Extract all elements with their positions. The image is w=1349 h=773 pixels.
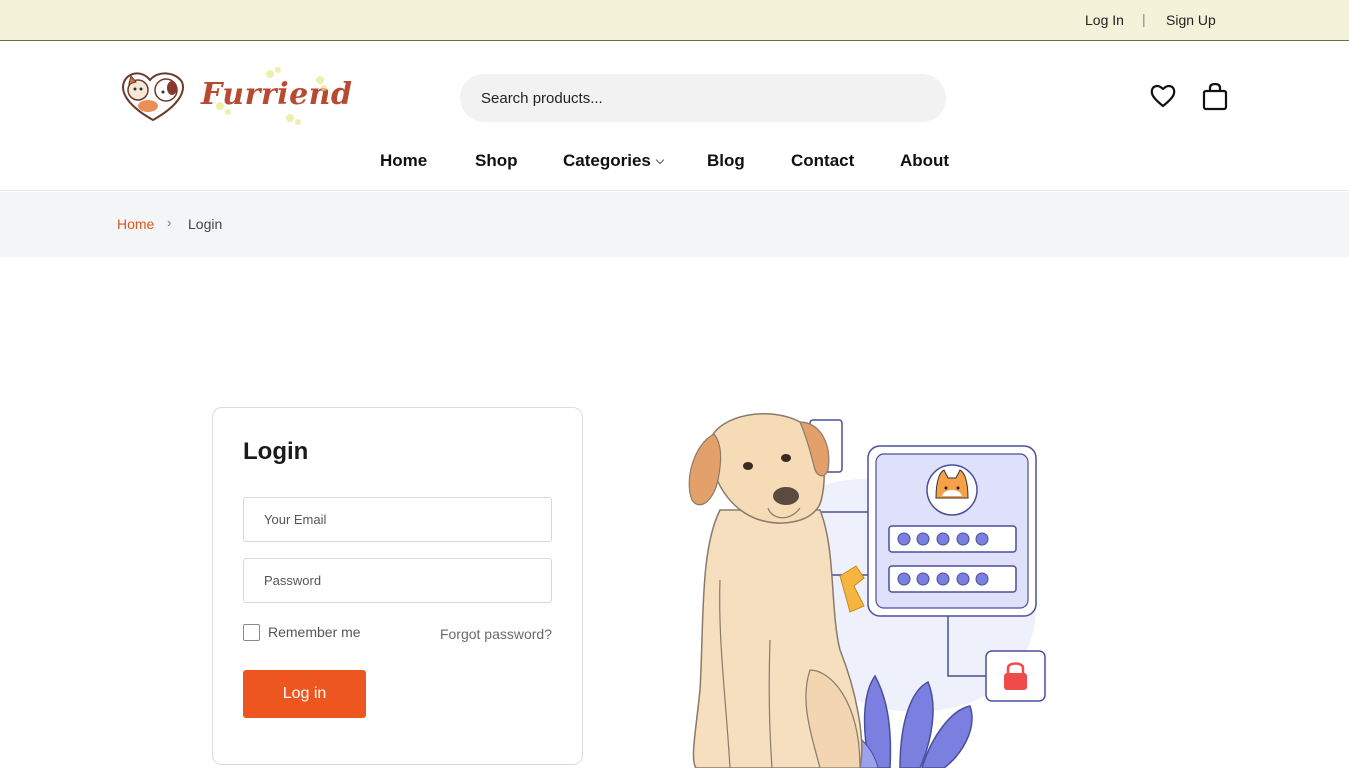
password-field[interactable] [243, 558, 552, 603]
breadcrumb-home[interactable]: Home [117, 216, 154, 232]
nav-about[interactable]: About [900, 151, 949, 171]
dog-with-login-panel-illustration-icon [688, 413, 1046, 769]
nav-contact[interactable]: Contact [791, 151, 854, 171]
forgot-password-link[interactable]: Forgot password? [440, 626, 552, 642]
nav-blog[interactable]: Blog [707, 151, 745, 171]
breadcrumb-separator: › [167, 215, 172, 230]
brand-logo[interactable]: Furriend [118, 67, 352, 125]
nav-categories[interactable]: Categories [563, 151, 665, 171]
wishlist-button[interactable] [1149, 82, 1179, 112]
top-signup-link[interactable]: Sign Up [1166, 12, 1216, 28]
chevron-down-icon [655, 155, 665, 165]
heart-icon [1150, 84, 1176, 108]
login-illustration [660, 400, 1060, 769]
nav-home[interactable]: Home [380, 151, 427, 171]
breadcrumb: Home › Login [0, 192, 1349, 257]
nav-categories-label: Categories [563, 151, 651, 170]
site-header: Furriend Home Shop Categories Blog Conta… [0, 41, 1349, 191]
paw-decoration-icon [216, 67, 327, 125]
cat-dog-heart-logo-icon [122, 72, 184, 122]
login-card: Login Remember me Forgot password? Log i… [212, 407, 583, 765]
main-navigation: Home Shop Categories Blog Contact About [0, 151, 1349, 173]
top-separator: | [1142, 11, 1146, 27]
remember-label[interactable]: Remember me [268, 624, 361, 640]
top-bar: Log In | Sign Up [0, 0, 1349, 41]
cart-button[interactable] [1201, 82, 1231, 112]
top-login-link[interactable]: Log In [1085, 12, 1124, 28]
email-field[interactable] [243, 497, 552, 542]
login-title: Login [243, 438, 309, 465]
search-input[interactable] [460, 74, 946, 122]
remember-checkbox[interactable] [243, 624, 260, 641]
nav-shop[interactable]: Shop [475, 151, 518, 171]
shopping-bag-icon [1202, 82, 1228, 111]
breadcrumb-current: Login [188, 216, 223, 232]
login-button[interactable]: Log in [243, 670, 366, 718]
